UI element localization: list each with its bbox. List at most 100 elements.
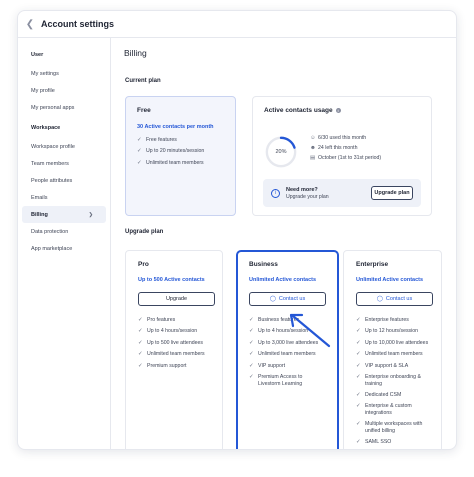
list-item: ✓ Up to 10,000 live attendees [356, 339, 429, 346]
check-icon: ✓ [249, 328, 254, 335]
chat-icon: ◯ [269, 296, 276, 302]
usage-title: Active contacts usage i [264, 107, 420, 114]
plan-contacts: Up to 500 Active contacts [138, 277, 205, 283]
sidebar-item-team-members[interactable]: Team members [18, 155, 110, 172]
contact-us-label: Contact us [385, 296, 413, 302]
stat-used: ☺ 6/30 used this month [310, 135, 367, 141]
main-content: Billing Current plan Free 30 Active cont… [112, 38, 456, 449]
plan-card-pro: Pro Up to 500 Active contacts Upgrade ✓ P… [125, 250, 223, 449]
list-item: ✓ Up to 12 hours/session [356, 328, 419, 335]
plan-card-business: Business Unlimited Active contacts ◯ Con… [236, 250, 339, 449]
need-more-subtitle: Upgrade your plan [286, 193, 329, 200]
contact-us-button[interactable]: ◯ Contact us [249, 292, 326, 306]
list-item: ✓ Multiple workspaces with unified billin… [356, 421, 423, 434]
sidebar-section-user: User [31, 52, 44, 58]
sidebar-item-data-protection[interactable]: Data protection [18, 223, 110, 240]
list-item: ✓ Up to 500 live attendees [138, 339, 203, 346]
current-plan-heading: Current plan [125, 78, 161, 84]
plan-name: Business [249, 261, 278, 268]
check-icon: ✓ [356, 391, 361, 398]
check-icon: ✓ [137, 137, 142, 143]
list-item: ✓ VIP support & SLA [356, 362, 409, 369]
need-more-banner: i Need more? Upgrade your plan Upgrade p… [263, 179, 421, 207]
plan-name: Free [137, 107, 151, 114]
check-icon: ✓ [356, 351, 361, 358]
sidebar: User My settings My profile My personal … [18, 38, 111, 449]
check-icon: ✓ [249, 351, 254, 358]
list-item: ✓ VIP support [249, 362, 286, 369]
calendar-icon: ▤ [310, 155, 316, 161]
check-icon: ✓ [138, 362, 143, 369]
plan-contacts: Unlimited Active contacts [356, 277, 424, 283]
check-icon: ✓ [138, 328, 143, 335]
feature-list: ✓ Pro features ✓ Up to 4 hours/session ✓ Up… [138, 317, 210, 370]
sidebar-item-billing[interactable]: Billing ❯ [22, 206, 106, 223]
list-item: ✓ Enterprise onboarding & training [356, 374, 421, 387]
check-icon: ✓ [138, 351, 143, 358]
sidebar-section-workspace: Workspace [31, 125, 61, 131]
stat-period: ▤ October (1st to 31st period) [310, 155, 382, 161]
arrow-pointer-icon [289, 313, 331, 348]
sidebar-item-my-personal-apps[interactable]: My personal apps [18, 99, 110, 116]
window-title: Account settings [41, 19, 115, 29]
check-icon: ✓ [249, 362, 254, 369]
users-icon: ☺ [310, 135, 316, 141]
list-item: ✓ Unlimited team members [138, 351, 205, 358]
contact-us-button[interactable]: ◯ Contact us [356, 292, 433, 306]
check-icon: ✓ [356, 317, 361, 323]
usage-percent: 20% [275, 149, 287, 155]
info-circle-icon: i [271, 188, 280, 198]
chevron-left-icon[interactable]: ❮ [24, 18, 36, 30]
check-icon: ✓ [249, 339, 254, 346]
list-item: ✓ Unlimited team members [137, 159, 204, 166]
list-item: ✓ Free features [137, 137, 177, 143]
usage-card: Active contacts usage i 20% ☺ 6/30 used t… [252, 96, 432, 216]
check-icon: ✓ [356, 403, 361, 410]
plan-name: Pro [138, 261, 149, 268]
usage-stats: ☺ 6/30 used this month ☻ 24 left this mont… [310, 135, 381, 165]
info-icon[interactable]: i [335, 108, 341, 113]
sidebar-item-workspace-profile[interactable]: Workspace profile [18, 138, 110, 155]
user-icon: ☻ [310, 145, 316, 151]
check-icon: ✓ [356, 339, 361, 346]
chevron-right-icon: ❯ [88, 211, 93, 218]
plan-contacts: Unlimited Active contacts [249, 277, 317, 283]
check-icon: ✓ [356, 421, 361, 427]
stat-left: ☻ 24 left this month [310, 145, 358, 151]
upgrade-plan-button[interactable]: Upgrade plan [371, 186, 413, 200]
list-item: ✓ Premium support [138, 362, 187, 369]
check-icon: ✓ [249, 374, 254, 381]
sidebar-item-people-attributes[interactable]: People attributes [18, 172, 110, 189]
check-icon: ✓ [356, 328, 361, 335]
list-item: ✓ SAML SSO [356, 438, 392, 445]
check-icon: ✓ [138, 339, 143, 346]
check-icon: ✓ [137, 159, 142, 166]
list-item: ✓ Unlimited team members [249, 351, 316, 358]
list-item: ✓ Up to 4 hours/session [138, 328, 198, 335]
plan-name: Enterprise [356, 261, 389, 268]
plan-card-enterprise: Enterprise Unlimited Active contacts ◯ C… [343, 250, 442, 449]
check-icon: ✓ [249, 317, 254, 323]
list-item: ✓ Enterprise features [356, 317, 409, 323]
sidebar-item-my-profile[interactable]: My profile [18, 82, 110, 99]
sidebar-item-label: Billing [31, 211, 48, 218]
sidebar-item-app-marketplace[interactable]: App marketplace [18, 240, 110, 257]
check-icon: ✓ [356, 374, 361, 381]
feature-list: ✓ Enterprise features ✓ Up to 12 hours/ses… [356, 317, 429, 445]
sidebar-item-emails[interactable]: Emails [18, 189, 110, 206]
list-item: ✓ Dedicated CSM [356, 391, 402, 398]
account-settings-window: ❮ Account settings User My settings My p… [17, 10, 457, 450]
page-title: Billing [124, 48, 147, 58]
need-more-title: Need more? [286, 186, 318, 193]
current-plan-card: Free 30 Active contacts per month ✓ Free … [125, 96, 236, 216]
list-item: ✓ Premium Access to Livestorm Learning [249, 374, 303, 387]
sidebar-item-my-settings[interactable]: My settings [18, 65, 110, 82]
title-bar: ❮ Account settings [18, 11, 456, 38]
list-item: ✓ Up to 20 minutes/session [137, 148, 205, 155]
check-icon: ✓ [138, 317, 143, 323]
upgrade-button[interactable]: Upgrade [138, 292, 215, 306]
list-item: ✓ Pro features [138, 317, 176, 323]
check-icon: ✓ [356, 362, 361, 369]
plan-contacts: 30 Active contacts per month [137, 124, 214, 130]
list-item: ✓ Enterprise & custom integrations [356, 403, 412, 416]
